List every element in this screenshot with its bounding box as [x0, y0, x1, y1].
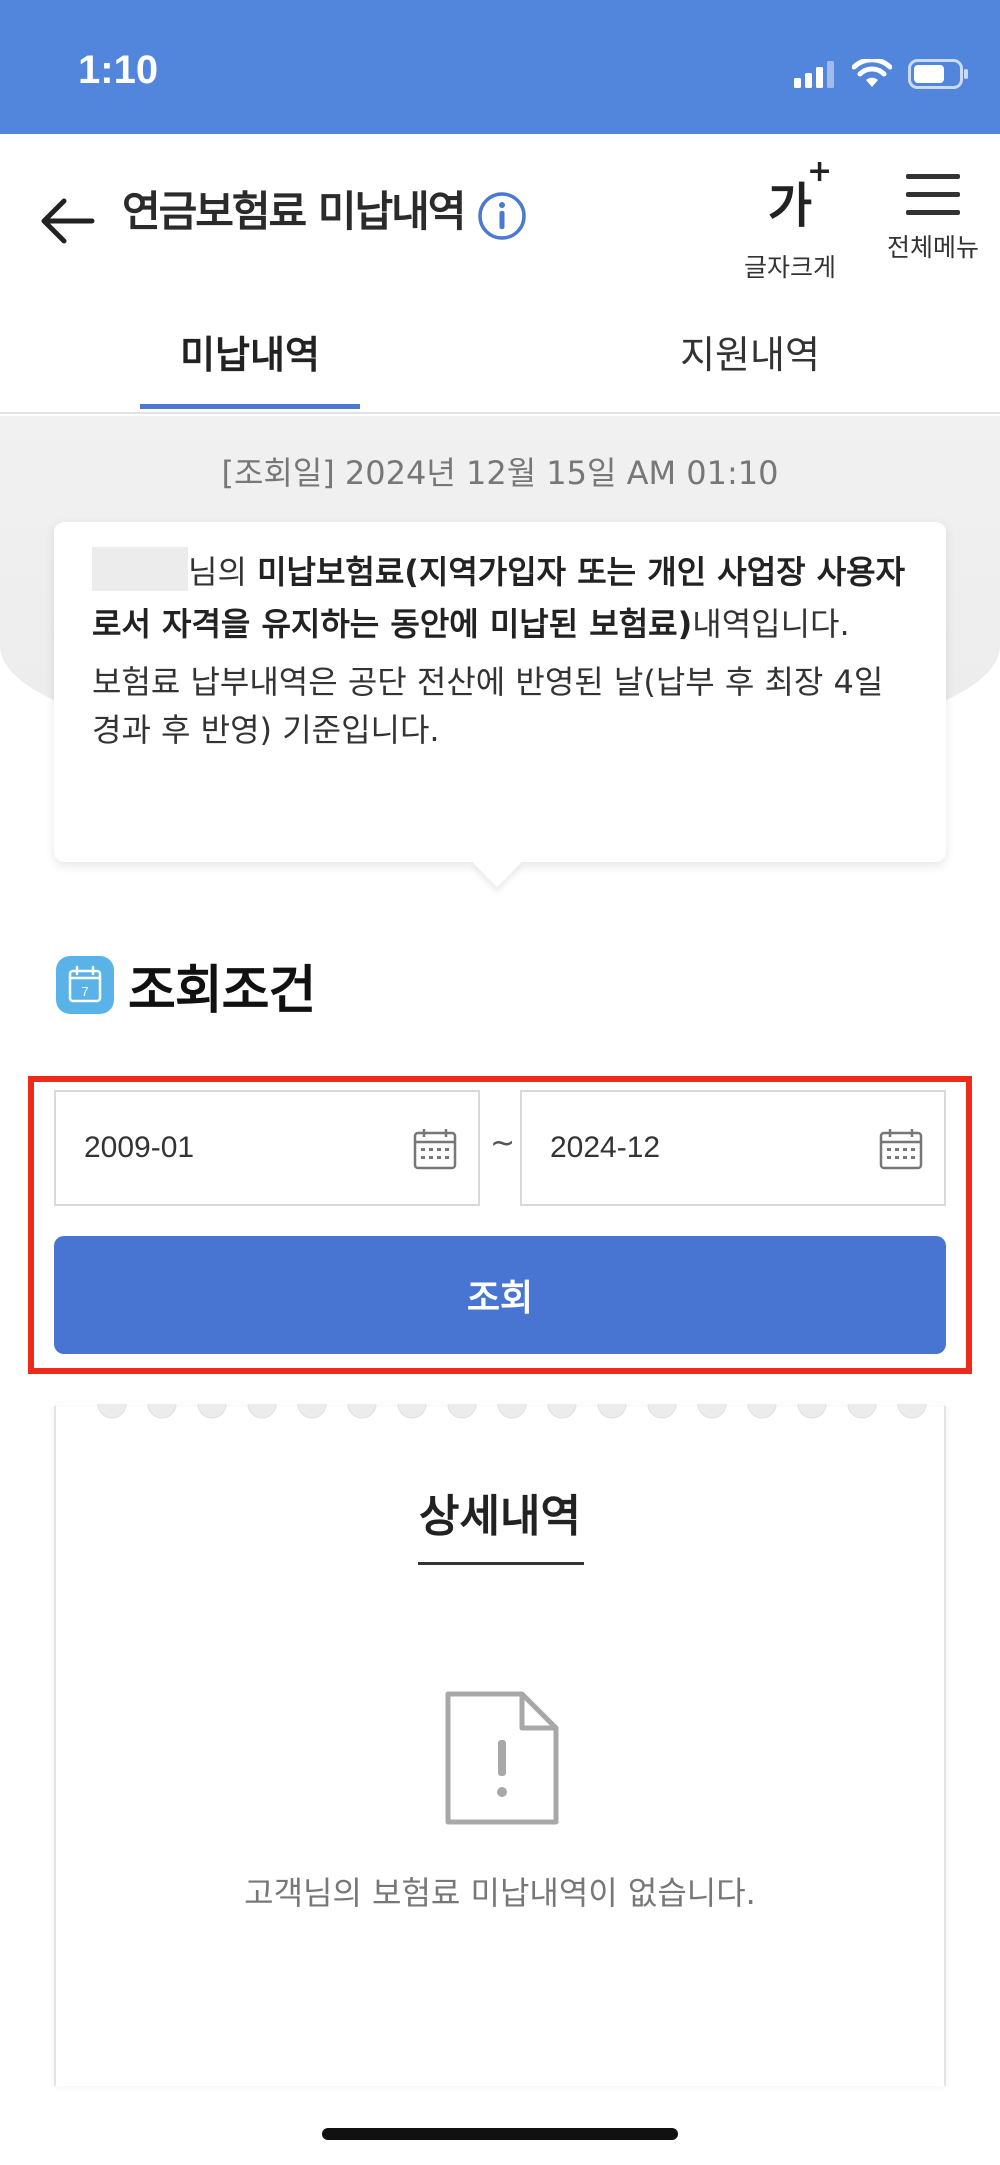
- status-time: 1:10: [78, 48, 159, 92]
- notice-card: 님의 미납보험료(지역가입자 또는 개인 사업장 사용자로서 자격을 유지하는 …: [54, 522, 946, 862]
- calendar-icon[interactable]: [878, 1126, 924, 1172]
- scallop-edge: [56, 1404, 944, 1419]
- calendar-icon: 7: [56, 956, 114, 1014]
- notice-tail-text: 내역입니다.: [692, 605, 850, 643]
- to-date-field[interactable]: 2024-12: [520, 1090, 946, 1206]
- font-size-glyph: 가: [767, 178, 813, 234]
- font-size-icon: 가 +: [767, 154, 832, 236]
- empty-message: 고객님의 보험료 미납내역이 없습니다.: [244, 1874, 756, 1912]
- query-date: [조회일] 2024년 12월 15일 AM 01:10: [221, 454, 779, 492]
- font-size-button[interactable]: 가 + 글자크게: [730, 154, 850, 282]
- wifi-icon: [852, 59, 892, 87]
- page-title: 연금보험료 미납내역: [122, 187, 466, 236]
- tab-bar: 미납내역 지원내역: [0, 294, 1000, 414]
- notice-paragraph-2: 보험료 납부내역은 공단 전산에 반영된 날(납부 후 최장 4일 경과 후 반…: [92, 663, 884, 749]
- to-date-value: 2024-12: [550, 1131, 661, 1164]
- details-card: 상세내역 고객님의 보험료 미납내역이 없습니다.: [54, 1404, 946, 2086]
- details-underline: [418, 1562, 584, 1565]
- status-icons: [794, 56, 970, 92]
- document-alert-icon: [445, 1691, 559, 1825]
- masked-name: [92, 547, 188, 591]
- tab-support[interactable]: 지원내역: [640, 324, 860, 379]
- status-bar: 1:10: [0, 0, 1000, 134]
- menu-button[interactable]: 전체메뉴: [870, 162, 996, 272]
- menu-label: 전체메뉴: [886, 233, 979, 262]
- from-date-value: 2009-01: [84, 1131, 195, 1164]
- arrow-left-icon: [41, 198, 95, 244]
- date-separator: ~: [490, 1126, 516, 1161]
- conditions-title: 조회조건: [128, 960, 316, 1021]
- notice-paragraph-1: 님의 미납보험료(지역가입자 또는 개인 사업장 사용자로서 자격을 유지하는 …: [92, 546, 908, 650]
- tab-unpaid[interactable]: 미납내역: [140, 324, 360, 409]
- calendar-badge-day: 7: [81, 984, 88, 999]
- hamburger-icon: [906, 174, 960, 216]
- info-icon: [478, 192, 526, 240]
- signal-icon: [794, 61, 834, 88]
- back-button[interactable]: [36, 189, 100, 253]
- notice-name-suffix: 님의: [188, 553, 258, 591]
- app-header: 연금보험료 미납내역 가 + 글자크게 전체메뉴: [0, 134, 1000, 294]
- from-date-field[interactable]: 2009-01: [54, 1090, 480, 1206]
- font-size-plus: +: [806, 154, 833, 189]
- conditions-heading: 7 조회조건: [56, 950, 316, 1021]
- font-size-label: 글자크게: [743, 253, 836, 282]
- calendar-icon[interactable]: [412, 1126, 458, 1172]
- home-indicator[interactable]: [322, 2128, 678, 2140]
- details-title: 상세내역: [419, 1491, 581, 1542]
- info-button[interactable]: [476, 190, 528, 242]
- battery-icon: [908, 59, 968, 89]
- search-button[interactable]: 조회: [54, 1236, 946, 1354]
